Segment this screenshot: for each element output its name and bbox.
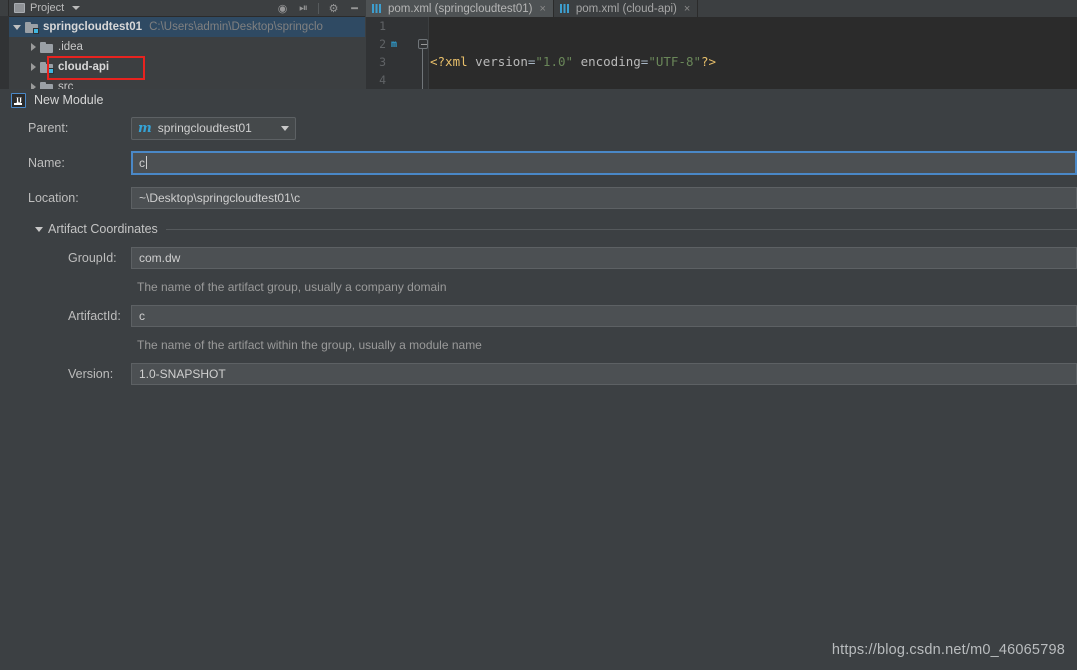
name-input[interactable]: c xyxy=(131,150,1077,175)
text-caret xyxy=(146,156,147,169)
location-input[interactable]: ~\Desktop\springcloudtest01\c xyxy=(131,186,1077,209)
tool-window-actions: ◉ ⏯ ⚙ ━ xyxy=(276,0,361,16)
line-number: 4 xyxy=(379,73,386,87)
artifactid-label: ArtifactId: xyxy=(68,309,121,323)
collapse-all-icon[interactable]: ⏯ xyxy=(297,2,310,15)
code-editor[interactable]: 1 2 m 3 4 <?xml version="1.0" encoding="… xyxy=(366,17,1077,95)
field-row-parent: Parent: m springcloudtest01 xyxy=(0,111,1077,145)
tree-item-label: springcloudtest01 xyxy=(43,21,143,33)
ide-background: Project ◉ ⏯ ⚙ ━ springcloudtest01 C:\Use… xyxy=(0,0,1077,95)
field-row-location: Location: ~\Desktop\springcloudtest01\c xyxy=(0,180,1077,215)
groupid-label: GroupId: xyxy=(68,251,117,265)
collapse-arrow-icon[interactable] xyxy=(35,226,43,232)
tab-pom-springcloudtest01[interactable]: pom.xml (springcloudtest01) × xyxy=(366,0,554,17)
dialog-title-label: New Module xyxy=(34,93,104,107)
gutter-line-3: 3 xyxy=(366,53,417,71)
project-icon xyxy=(14,3,25,13)
artifactid-input-value: c xyxy=(139,309,145,323)
line-number: 1 xyxy=(379,19,386,33)
version-input-value: 1.0-SNAPSHOT xyxy=(139,367,226,381)
project-tool-window-title[interactable]: Project xyxy=(9,2,81,14)
project-label: Project xyxy=(30,2,65,14)
line-number: 3 xyxy=(379,55,386,69)
dialog-title-bar: IJ New Module xyxy=(0,89,1077,111)
module-icon xyxy=(40,61,54,74)
artifact-coordinates-group-header[interactable]: Artifact Coordinates xyxy=(0,215,1077,243)
editor-gutter[interactable]: 1 2 m 3 4 xyxy=(366,17,417,95)
tab-label: pom.xml (cloud-api) xyxy=(575,2,677,15)
maven-icon: m xyxy=(138,120,152,136)
module-icon xyxy=(25,21,39,34)
xml-file-icon xyxy=(372,4,381,13)
name-input-value: c xyxy=(139,155,145,170)
field-row-name: Name: c xyxy=(0,145,1077,180)
maven-gutter-icon[interactable]: m xyxy=(391,39,397,50)
expand-arrow-icon[interactable] xyxy=(31,63,36,71)
new-module-form: Parent: m springcloudtest01 Name: c Loca… xyxy=(0,111,1077,389)
groupid-hint: The name of the artifact group, usually … xyxy=(137,280,447,294)
tab-label: pom.xml (springcloudtest01) xyxy=(388,2,533,15)
tree-item-label: .idea xyxy=(58,41,83,53)
group-divider xyxy=(166,228,1077,230)
artifact-coordinates-label: Artifact Coordinates xyxy=(48,222,158,236)
project-tree[interactable]: springcloudtest01 C:\Users\admin\Desktop… xyxy=(9,16,365,95)
code-line-1: <?xml version="1.0" encoding="UTF-8"?> xyxy=(430,54,717,69)
parent-label: Parent: xyxy=(28,121,69,135)
chevron-down-icon[interactable] xyxy=(281,125,289,131)
groupid-input-value: com.dw xyxy=(139,251,181,265)
field-row-version: Version: 1.0-SNAPSHOT xyxy=(0,359,1077,389)
expand-arrow-icon[interactable] xyxy=(13,24,21,30)
tree-item-label: cloud-api xyxy=(58,61,110,73)
watermark: https://blog.csdn.net/m0_46065798 xyxy=(831,642,1065,658)
artifactid-input[interactable]: c xyxy=(131,305,1077,327)
location-input-value: ~\Desktop\springcloudtest01\c xyxy=(139,190,301,205)
tree-item-path: C:\Users\admin\Desktop\springclo xyxy=(149,21,323,33)
fold-collapse-icon[interactable] xyxy=(418,39,428,49)
gutter-line-2: 2 m xyxy=(366,35,417,53)
hide-icon[interactable]: ━ xyxy=(348,2,361,15)
name-label: Name: xyxy=(28,155,65,170)
expand-arrow-icon[interactable] xyxy=(31,43,36,51)
close-icon[interactable]: × xyxy=(684,3,690,15)
tab-pom-cloud-api[interactable]: pom.xml (cloud-api) × xyxy=(553,0,699,17)
project-tool-window-header: Project ◉ ⏯ ⚙ ━ xyxy=(9,0,365,16)
close-icon[interactable]: × xyxy=(539,3,545,15)
gutter-line-4: 4 xyxy=(366,71,417,89)
parent-select[interactable]: m springcloudtest01 xyxy=(131,116,296,140)
tree-item-springcloudtest01[interactable]: springcloudtest01 C:\Users\admin\Desktop… xyxy=(9,17,365,37)
xml-file-icon xyxy=(559,4,569,13)
editor-code-area[interactable]: <?xml version="1.0" encoding="UTF-8"?> <… xyxy=(430,17,1077,95)
editor-folding-column[interactable] xyxy=(417,17,429,95)
gutter-line-1: 1 xyxy=(366,17,417,35)
new-module-dialog: IJ New Module Parent: m springcloudtest0… xyxy=(0,89,1077,670)
folder-icon xyxy=(40,41,54,54)
intellij-idea-icon: IJ xyxy=(11,92,26,108)
version-input[interactable]: 1.0-SNAPSHOT xyxy=(131,363,1077,385)
tree-item-idea[interactable]: .idea xyxy=(9,37,365,57)
field-row-artifactid: ArtifactId: c xyxy=(0,301,1077,331)
tree-item-cloud-api[interactable]: cloud-api xyxy=(9,57,365,77)
hint-row-artifactid: The name of the artifact within the grou… xyxy=(0,331,1077,359)
hint-row-groupid: The name of the artifact group, usually … xyxy=(0,273,1077,301)
screenshot-root: Project ◉ ⏯ ⚙ ━ springcloudtest01 C:\Use… xyxy=(0,0,1077,670)
parent-select-value: springcloudtest01 xyxy=(157,121,252,135)
locate-icon[interactable]: ◉ xyxy=(276,2,289,15)
groupid-input[interactable]: com.dw xyxy=(131,247,1077,269)
gear-icon[interactable]: ⚙ xyxy=(327,2,340,15)
field-row-groupid: GroupId: com.dw xyxy=(0,243,1077,273)
ide-left-strip-dark xyxy=(0,16,9,95)
line-number: 2 xyxy=(379,37,386,51)
location-label: Location: xyxy=(28,190,79,205)
toolbar-separator xyxy=(318,2,319,14)
editor-tab-bar: pom.xml (springcloudtest01) × pom.xml (c… xyxy=(366,0,1077,17)
artifactid-hint: The name of the artifact within the grou… xyxy=(137,338,482,352)
version-label: Version: xyxy=(68,367,114,381)
chevron-down-icon[interactable] xyxy=(72,6,81,10)
